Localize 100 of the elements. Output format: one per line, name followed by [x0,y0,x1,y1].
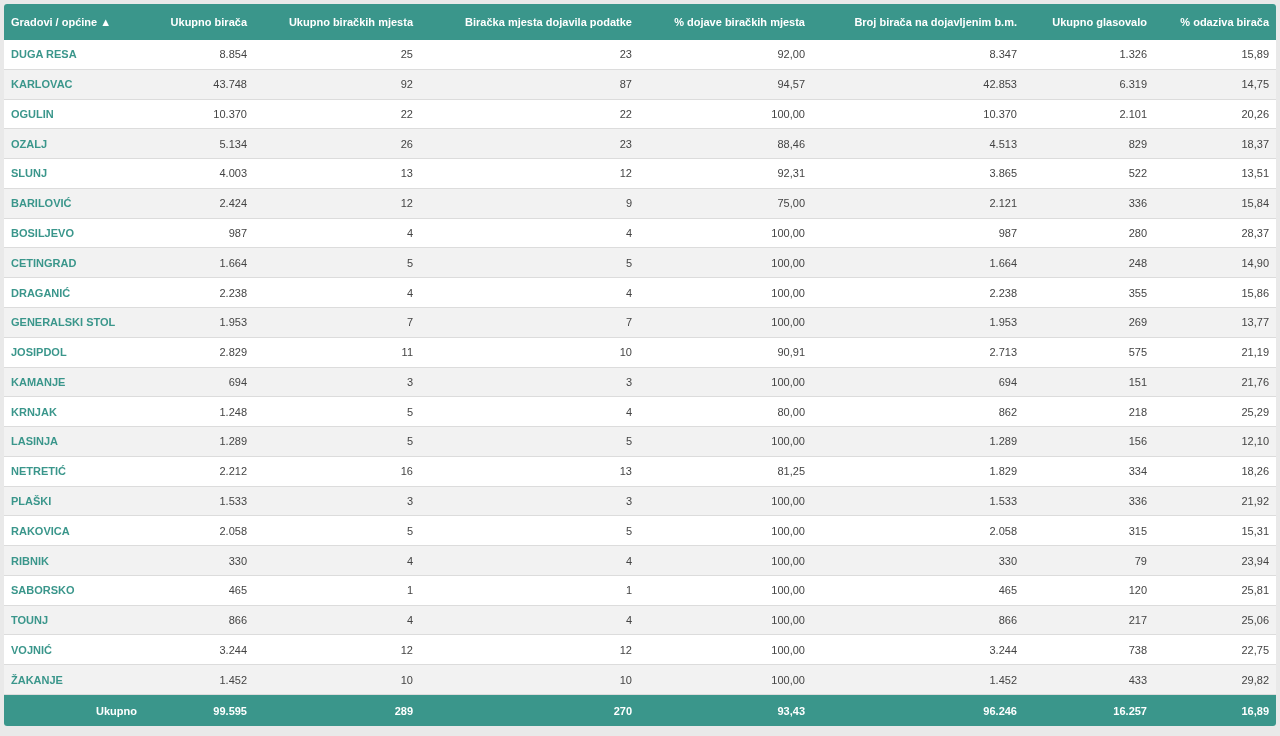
municipality-link[interactable]: CETINGRAD [11,256,77,269]
table-cell: 13,77 [1154,307,1276,338]
municipality-link[interactable]: KARLOVAC [11,78,73,91]
total-cell: 96.246 [812,695,1024,726]
table-cell: 4 [254,278,420,308]
table-cell: 92 [254,69,420,100]
table-cell: 355 [1024,278,1154,308]
table-cell: 81,25 [639,456,812,487]
column-header[interactable]: Biračka mjesta dojavila podatke [420,4,639,40]
table-cell: 1 [254,575,420,606]
table-cell: 23,94 [1154,546,1276,576]
table-cell: 11 [254,337,420,368]
table-cell: 23 [420,40,639,70]
table-cell: 1.533 [812,486,1024,517]
table-cell: 5 [254,427,420,457]
table-cell: 151 [1024,367,1154,398]
table-cell: 8.854 [144,40,254,70]
table-cell: 90,91 [639,337,812,368]
table-cell: 4 [420,278,639,308]
table-cell: 6.319 [1024,69,1154,100]
municipality-link[interactable]: VOJNIĆ [11,643,52,656]
table-cell: 14,90 [1154,248,1276,279]
table-cell: 217 [1024,605,1154,636]
municipality-link[interactable]: OZALJ [11,137,48,150]
table-cell: 5 [420,248,639,279]
table-cell: 15,86 [1154,278,1276,308]
table-cell: 120 [1024,575,1154,606]
table-cell: 13,51 [1154,159,1276,189]
municipality-link[interactable]: TOUNJ [11,614,49,627]
table-cell: 12,10 [1154,427,1276,457]
table-cell: 4 [254,605,420,636]
municipality-link[interactable]: DRAGANIĆ [11,286,71,299]
table-cell: 42.853 [812,69,1024,100]
column-header[interactable]: Ukupno birača [144,4,254,40]
municipality-link[interactable]: NETRETIĆ [11,465,66,478]
municipality-link[interactable]: RAKOVICA [11,524,70,537]
table-cell: 330 [144,546,254,576]
table-cell: 2.713 [812,337,1024,368]
municipality-link[interactable]: SLUNJ [11,167,48,180]
table-cell: 248 [1024,248,1154,279]
table-cell: 3 [420,367,639,398]
table-cell: 18,37 [1154,129,1276,160]
table-cell: 1 [420,575,639,606]
total-label: Ukupno [4,695,144,726]
table-cell: 1.326 [1024,40,1154,70]
table-cell: 1.289 [144,427,254,457]
table-cell: 75,00 [639,188,812,219]
table-cell: 1.664 [812,248,1024,279]
municipality-link[interactable]: KAMANJE [11,375,66,388]
table-cell: 100,00 [639,605,812,636]
table-cell: 156 [1024,427,1154,457]
total-cell: 99.595 [144,695,254,726]
total-cell: 16.257 [1024,695,1154,726]
column-header[interactable]: Ukupno glasovalo [1024,4,1154,40]
table-cell: 10 [420,665,639,695]
table-cell: 2.121 [812,188,1024,219]
municipality-link[interactable]: KRNJAK [11,405,57,418]
table-cell: 1.452 [812,665,1024,695]
table-cell: 79 [1024,546,1154,576]
municipality-link[interactable]: BARILOVIĆ [11,197,72,210]
column-header[interactable]: Ukupno biračkih mjesta [254,4,420,40]
table-cell: 1.452 [144,665,254,695]
table-cell: 25,81 [1154,575,1276,606]
table-cell: 100,00 [639,546,812,576]
table-cell: 5 [254,248,420,279]
municipality-link[interactable]: ŽAKANJE [11,673,63,686]
table-cell: 1.829 [812,456,1024,487]
municipality-link[interactable]: BOSILJEVO [11,227,74,239]
table-cell: 3 [254,486,420,517]
table-cell: 3 [420,486,639,517]
table-cell: 100,00 [639,575,812,606]
table-cell: 4.513 [812,129,1024,160]
table-cell: 100,00 [639,427,812,457]
table-cell: 4 [420,605,639,636]
total-cell: 270 [420,695,639,726]
municipality-link[interactable]: JOSIPDOL [11,346,67,359]
table-cell: 1.289 [812,427,1024,457]
column-header[interactable]: % odaziva birača [1154,4,1276,40]
municipality-link[interactable]: DUGA RESA [11,48,77,61]
municipality-link[interactable]: RIBNIK [11,554,49,567]
table-cell: 4.003 [144,159,254,189]
column-header[interactable]: Gradovi / općine ▲ [4,4,144,40]
table-cell: 26 [254,129,420,160]
municipality-link[interactable]: OGULIN [11,107,54,120]
table-cell: 92,00 [639,40,812,70]
table-cell: 21,92 [1154,486,1276,517]
table-cell: 465 [812,575,1024,606]
table-cell: 334 [1024,456,1154,487]
table-cell: 29,82 [1154,665,1276,695]
table-cell: 94,57 [639,69,812,100]
table-cell: 23 [420,129,639,160]
table-cell: 3.865 [812,159,1024,189]
table-cell: 5.134 [144,129,254,160]
column-header[interactable]: % dojave biračkih mjesta [639,4,812,40]
municipality-link[interactable]: LASINJA [11,435,59,448]
table-cell: 92,31 [639,159,812,189]
column-header[interactable]: Broj birača na dojavljenim b.m. [812,4,1024,40]
municipality-link[interactable]: SABORSKO [11,584,75,597]
table-cell: 1.953 [144,307,254,338]
municipality-link[interactable]: PLAŠKI [11,494,52,507]
